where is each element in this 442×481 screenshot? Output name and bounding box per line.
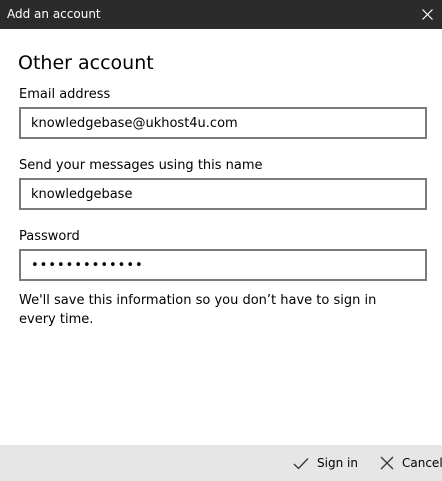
window-title: Add an account [7,7,101,21]
checkmark-icon [293,457,309,469]
cancel-button[interactable]: Cancel [380,445,442,481]
title-bar: Add an account [0,0,442,29]
close-icon [421,9,433,20]
footer-bar: Sign in Cancel [0,445,442,481]
info-text: We'll save this information so you don’t… [19,293,377,327]
sign-in-button[interactable]: Sign in [293,445,358,481]
close-button[interactable] [412,0,442,29]
display-name-field[interactable] [19,178,427,210]
sign-in-label: Sign in [317,456,358,470]
password-field[interactable] [19,249,427,281]
cancel-label: Cancel [402,456,442,470]
email-field[interactable] [19,107,427,139]
password-label: Password [19,229,80,244]
display-name-label: Send your messages using this name [19,158,263,173]
email-label: Email address [19,87,111,102]
page-title: Other account [18,52,154,74]
close-icon [380,456,394,470]
